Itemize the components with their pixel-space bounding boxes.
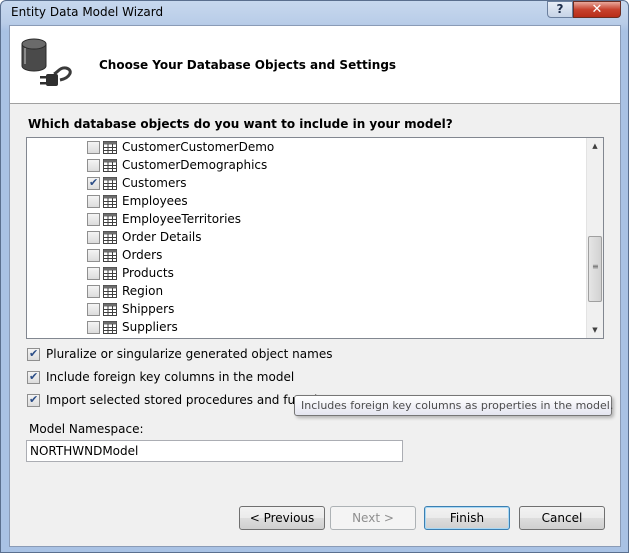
table-name: CustomerCustomerDemo [122,140,275,154]
wizard-header: Choose Your Database Objects and Setting… [10,26,620,104]
table-row[interactable]: Employees [87,192,188,210]
table-name: Suppliers [122,320,178,334]
table-checkbox[interactable] [87,302,100,316]
next-button[interactable]: Next > [330,506,416,530]
database-objects-tree[interactable]: CustomerCustomerDemo CustomerDemographics… [26,137,604,339]
window-title: Entity Data Model Wizard [11,5,164,19]
pluralize-label: Pluralize or singularize generated objec… [46,347,333,361]
table-icon [103,284,117,298]
table-row[interactable]: Orders [87,246,162,264]
list-scrollbar[interactable]: ▲ ≡ ▼ [586,138,603,338]
model-namespace-input[interactable] [26,440,403,462]
table-row[interactable]: Order Details [87,228,202,246]
cancel-button[interactable]: Cancel [519,506,605,530]
stored-procedures-checkbox[interactable] [27,393,40,407]
table-checkbox[interactable] [87,230,100,244]
foreign-keys-checkbox[interactable] [27,370,40,384]
table-name: Orders [122,248,163,262]
previous-button[interactable]: < Previous [239,506,325,530]
table-checkbox[interactable] [87,248,100,262]
table-row[interactable]: Customers [87,174,187,192]
scroll-thumb[interactable]: ≡ [588,236,602,302]
table-name: Order Details [122,230,202,244]
table-name: EmployeeTerritories [122,212,242,226]
wizard-client-area: Choose Your Database Objects and Setting… [9,25,621,547]
foreign-keys-label: Include foreign key columns in the model [46,370,295,384]
table-name: CustomerDemographics [122,158,268,172]
table-checkbox[interactable] [87,176,100,190]
page-title: Choose Your Database Objects and Setting… [99,58,397,72]
table-row[interactable]: Products [87,264,174,282]
table-row[interactable]: EmployeeTerritories [87,210,241,228]
table-icon [103,320,117,334]
objects-question: Which database objects do you want to in… [28,117,453,131]
table-name: Employees [122,194,188,208]
table-row[interactable]: Shippers [87,300,174,318]
table-row[interactable]: Region [87,282,163,300]
model-namespace-label: Model Namespace: [29,422,144,436]
foreign-keys-option[interactable]: Include foreign key columns in the model [27,369,294,385]
table-checkbox[interactable] [87,266,100,280]
stored-procedures-option[interactable]: Import selected stored procedures and fu… [27,392,339,408]
title-bar[interactable]: Entity Data Model Wizard ? ✕ [1,1,628,25]
table-checkbox[interactable] [87,158,100,172]
table-checkbox[interactable] [87,194,100,208]
help-button[interactable]: ? [547,1,573,18]
grip-icon: ≡ [592,262,599,271]
table-checkbox[interactable] [87,212,100,226]
foreign-keys-tooltip: Includes foreign key columns as properti… [294,395,613,416]
scroll-down-arrow-icon[interactable]: ▼ [587,322,603,338]
finish-button[interactable]: Finish [424,506,510,530]
close-button[interactable]: ✕ [573,1,621,18]
table-icon [103,194,117,208]
table-row[interactable]: Suppliers [87,318,178,336]
pluralize-checkbox[interactable] [27,347,40,361]
database-plug-icon [21,38,72,86]
table-icon [103,158,117,172]
table-icon [103,266,117,280]
table-icon [103,176,117,190]
pluralize-option[interactable]: Pluralize or singularize generated objec… [27,346,332,362]
table-row[interactable]: CustomerCustomerDemo [87,138,274,156]
wizard-window: Entity Data Model Wizard ? ✕ Choose Your… [0,0,629,553]
table-icon [103,140,117,154]
scroll-up-arrow-icon[interactable]: ▲ [587,138,603,154]
table-icon [103,302,117,316]
table-name: Customers [122,176,187,190]
table-icon [103,230,117,244]
table-name: Shippers [122,302,175,316]
table-name: Region [122,284,164,298]
table-checkbox[interactable] [87,320,100,334]
table-name: Products [122,266,174,280]
table-icon [103,212,117,226]
table-row[interactable]: CustomerDemographics [87,156,267,174]
table-checkbox[interactable] [87,284,100,298]
table-icon [103,248,117,262]
table-checkbox[interactable] [87,140,100,154]
